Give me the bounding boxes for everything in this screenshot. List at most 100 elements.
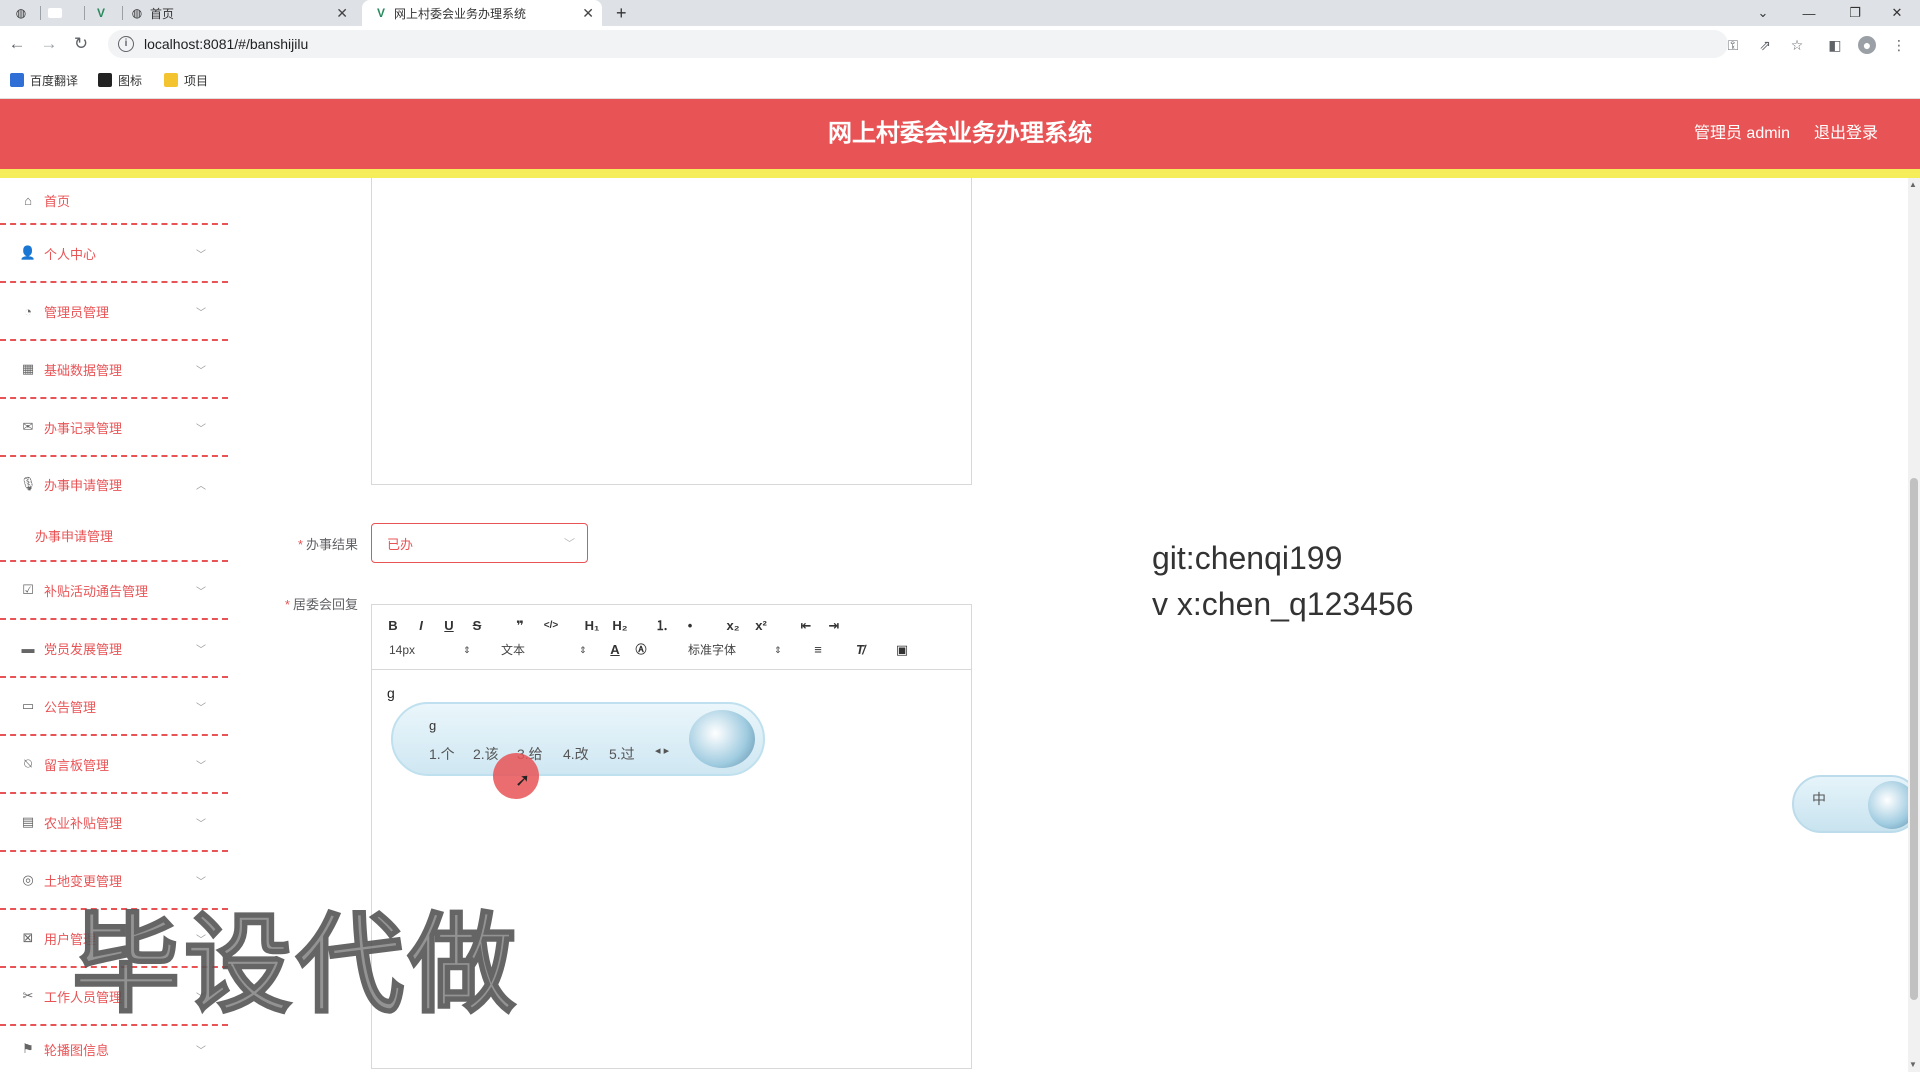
- mail-icon: ✉: [22, 419, 34, 434]
- bookmarks-bar: [0, 62, 1920, 99]
- ime-composition: g: [429, 718, 437, 733]
- bookmark-icons[interactable]: 图标: [98, 71, 142, 89]
- tab-favicon-3[interactable]: V: [94, 0, 116, 26]
- h2-button[interactable]: H₂: [610, 617, 630, 635]
- tab-active-system[interactable]: V 网上村委会业务办理系统 ✕: [362, 0, 602, 26]
- code-button[interactable]: </>: [540, 617, 562, 635]
- bell-off-icon: ⍉: [24, 756, 32, 771]
- sidebar-item-announcements[interactable]: ▭ 公告管理 ﹀: [0, 678, 228, 736]
- sidebar-subitem-applications[interactable]: 办事申请管理: [0, 511, 228, 562]
- font-family-value: 标准字体: [688, 643, 737, 657]
- ime-status-widget[interactable]: 中: [1792, 775, 1920, 833]
- sidebar-item-party[interactable]: ▬ 党员发展管理 ﹀: [0, 620, 228, 678]
- underline-button[interactable]: U: [442, 617, 456, 635]
- sidebar-item-label: 补贴活动通告管理: [44, 583, 149, 599]
- minimize-button[interactable]: —: [1786, 0, 1832, 26]
- reply-label-text: 居委会回复: [292, 597, 358, 612]
- mic-icon: 🎙: [19, 476, 37, 491]
- sidebar-item-agri-subsidy[interactable]: ▤ 农业补贴管理 ﹀: [0, 794, 228, 852]
- plus-icon: +: [616, 2, 627, 23]
- mouse-cursor-icon: ➚: [515, 770, 531, 790]
- sidebar-item-messages[interactable]: ⍉ 留言板管理 ﹀: [0, 736, 228, 794]
- chevron-down-icon: ﹀: [196, 1045, 206, 1057]
- bookmark-label: 项目: [184, 73, 209, 88]
- bookmark-baidu-translate[interactable]: 百度翻译: [10, 71, 78, 89]
- indent-button[interactable]: ⇥: [826, 617, 842, 635]
- result-select[interactable]: 已办 ﹀: [371, 523, 588, 563]
- chevron-down-icon: ﹀: [196, 307, 206, 319]
- subscript-button[interactable]: x₂: [724, 617, 742, 635]
- scroll-up-icon[interactable]: ▲: [1909, 180, 1917, 189]
- back-button[interactable]: ←: [6, 33, 28, 55]
- new-tab-button[interactable]: +: [616, 0, 636, 26]
- chevron-down-icon: ﹀: [196, 760, 206, 772]
- sidebar-item-label: 办事申请管理: [35, 529, 114, 544]
- bookmark-project[interactable]: 项目: [164, 71, 208, 89]
- watermark-text: 毕设代做: [71, 903, 521, 1026]
- sidebar-item-personal[interactable]: 👤 个人中心 ﹀: [0, 225, 228, 283]
- align-icon[interactable]: ≡: [810, 641, 826, 659]
- sidebar-item-label: 办事记录管理: [44, 420, 123, 436]
- ime-candidate[interactable]: 2.该: [473, 744, 499, 764]
- clear-format-icon[interactable]: T̸: [852, 641, 868, 659]
- restore-button[interactable]: ❐: [1832, 0, 1878, 26]
- chevron-down-icon: ﹀: [196, 702, 206, 714]
- info-icon: i: [118, 36, 134, 52]
- italic-button[interactable]: I: [414, 617, 428, 635]
- menu-dots-icon[interactable]: ⋮: [1890, 36, 1908, 54]
- forward-button[interactable]: →: [38, 33, 60, 55]
- profile-avatar[interactable]: ●: [1858, 36, 1876, 54]
- bold-button[interactable]: B: [386, 617, 400, 635]
- scroll-down-icon[interactable]: ▼: [1909, 1060, 1917, 1069]
- background-color-icon[interactable]: Ⓐ: [634, 641, 648, 659]
- flag-icon: ⚑: [22, 1041, 34, 1056]
- font-family-select[interactable]: 标准字体 ⇕: [688, 641, 784, 659]
- window-close-button[interactable]: ✕: [1874, 0, 1920, 26]
- sidebar-item-subsidy-notice[interactable]: ☑ 补贴活动通告管理 ﹀: [0, 562, 228, 620]
- superscript-button[interactable]: x²: [752, 617, 770, 635]
- blank-page-icon: [48, 8, 62, 18]
- scrollbar-thumb[interactable]: [1910, 478, 1918, 1000]
- tab-favicon-1[interactable]: ◍: [14, 0, 34, 26]
- editor-content[interactable]: g: [387, 685, 395, 701]
- reload-icon: ↻: [73, 34, 89, 53]
- font-size-value: 14px: [389, 643, 416, 657]
- sidebar-item-home[interactable]: ⌂ 首页: [0, 178, 228, 225]
- key-icon[interactable]: ⚿: [1724, 36, 1742, 54]
- image-icon[interactable]: ▣: [894, 641, 910, 659]
- ordered-list-button[interactable]: ⒈: [654, 617, 670, 635]
- tab-search-button[interactable]: ⌄: [1740, 0, 1786, 26]
- sidebar-item-applications[interactable]: 🎙 办事申请管理 ︿: [0, 457, 228, 511]
- quote-button[interactable]: ❞: [512, 617, 528, 635]
- arrow-right-icon: →: [40, 34, 58, 53]
- sidebar-item-records[interactable]: ✉ 办事记录管理 ﹀: [0, 399, 228, 457]
- h1-button[interactable]: H₁: [582, 617, 602, 635]
- font-size-select[interactable]: 14px ⇕: [389, 641, 473, 659]
- text-type-select[interactable]: 文本 ⇕: [501, 641, 589, 659]
- ime-candidate[interactable]: 1.个: [429, 744, 455, 764]
- minimize-icon: —: [1802, 5, 1816, 21]
- ime-candidate[interactable]: 5.过: [609, 744, 635, 764]
- ime-page-arrows[interactable]: ◂ ▸: [655, 744, 669, 757]
- ime-candidate[interactable]: 4.改: [563, 744, 589, 764]
- close-icon[interactable]: ✕: [336, 5, 348, 22]
- sidebar-item-label: 个人中心: [44, 246, 97, 262]
- logout-button[interactable]: 退出登录: [1814, 99, 1878, 169]
- tab-favicon-2[interactable]: [48, 0, 70, 26]
- result-select-value: 已办: [387, 536, 414, 552]
- close-icon[interactable]: ✕: [582, 5, 594, 22]
- strike-button[interactable]: S: [470, 617, 484, 635]
- tab-home[interactable]: ◍ 首页 ✕: [130, 0, 356, 26]
- star-icon[interactable]: ☆: [1788, 36, 1806, 54]
- sidebar-item-admins[interactable]: ◔ 管理员管理 ﹀: [0, 283, 228, 341]
- font-color-icon[interactable]: A: [608, 641, 622, 659]
- sidebar-item-basic-data[interactable]: ▦ 基础数据管理 ﹀: [0, 341, 228, 399]
- share-icon[interactable]: ⇗: [1756, 36, 1774, 54]
- previous-editor-content-area[interactable]: [371, 178, 972, 485]
- url-input[interactable]: i localhost:8081/#/banshijilu: [108, 30, 1728, 58]
- side-panel-icon[interactable]: ◧: [1826, 36, 1844, 54]
- bullet-list-button[interactable]: •: [682, 617, 698, 635]
- current-user: 管理员 admin: [1693, 125, 1790, 142]
- outdent-button[interactable]: ⇤: [798, 617, 814, 635]
- reload-button[interactable]: ↻: [70, 33, 92, 55]
